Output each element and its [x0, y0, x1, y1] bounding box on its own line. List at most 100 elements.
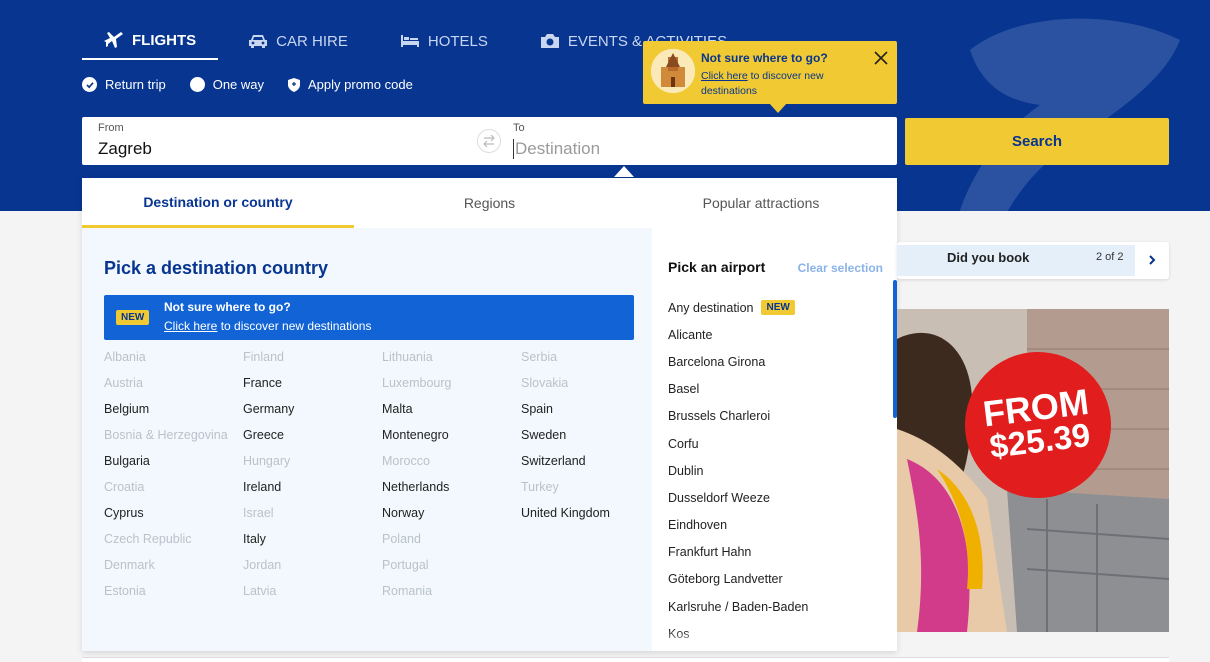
radio-icon [189, 77, 205, 92]
country-item[interactable]: Italy [243, 533, 382, 559]
airport-name: Frankfurt Hahn [668, 545, 752, 560]
banner-body: to discover new destinations [217, 319, 372, 333]
nav-tab-hotels[interactable]: HOTELS [378, 22, 510, 60]
country-item[interactable]: Germany [243, 403, 382, 429]
country-item: Finland [243, 350, 284, 364]
return-trip-label: Return trip [105, 77, 166, 92]
airport-name: Dublin [668, 463, 704, 478]
search-button[interactable]: Search [905, 118, 1169, 165]
country-item: Luxembourg [382, 376, 452, 390]
tab-popular-attractions[interactable]: Popular attractions [625, 178, 897, 228]
banner-link[interactable]: Click here [164, 319, 217, 333]
panel-tabs: Destination or country Regions Popular a… [82, 178, 897, 228]
country-item[interactable]: Bulgaria [104, 455, 243, 481]
car-icon [248, 32, 268, 50]
country-item[interactable]: United Kingdom [521, 507, 660, 533]
country-item: Czech Republic [104, 532, 192, 546]
clear-selection-link[interactable]: Clear selection [798, 261, 883, 275]
swap-button[interactable] [477, 129, 501, 153]
airport-name: Dusseldorf Weeze [668, 490, 770, 505]
country-item: Hungary [243, 454, 291, 468]
country-item: Morocco [382, 454, 430, 468]
country-item: Estonia [104, 584, 146, 598]
country-item: Portugal [382, 558, 429, 572]
country-item[interactable]: Greece [243, 429, 382, 455]
nav-tab-car-hire[interactable]: CAR HIRE [226, 22, 370, 60]
country-item[interactable]: Montenegro [382, 429, 521, 455]
country-item: Austria [104, 376, 143, 390]
tab-destination-country[interactable]: Destination or country [82, 178, 354, 228]
country-column: Lithuania Luxembourg Malta Montenegro Morocc… [382, 351, 521, 611]
tooltip-link[interactable]: Click here [701, 70, 748, 82]
tooltip-title: Not sure where to go? [701, 51, 828, 65]
airport-title: Pick an airport [668, 259, 766, 275]
country-item: Israel [243, 506, 274, 520]
airport-item[interactable]: Eindhoven [668, 512, 888, 539]
airport-name: Brussels Charleroi [668, 409, 771, 424]
close-icon[interactable] [873, 50, 889, 66]
shield-icon [288, 77, 301, 92]
from-value: Zagreb [98, 139, 152, 158]
country-item[interactable]: Norway [382, 507, 521, 533]
country-item[interactable]: Cyprus [104, 507, 243, 533]
country-item[interactable]: Malta [382, 403, 521, 429]
did-you-book-count: 2 of 2 [1096, 251, 1124, 263]
nav-tab-label: CAR HIRE [276, 32, 348, 50]
banner-text: Click here to discover new destinations [164, 319, 371, 333]
airport-item[interactable]: Any destination NEW [668, 294, 888, 321]
new-badge: NEW [761, 300, 795, 316]
harp-logo-watermark-icon [959, 18, 1180, 211]
bottom-strip [82, 657, 1169, 662]
airport-item[interactable]: Göteborg Landvetter [668, 566, 888, 593]
airport-item[interactable]: Brussels Charleroi [668, 403, 888, 430]
destination-input[interactable]: Destination [513, 139, 600, 159]
airport-item[interactable]: Frankfurt Hahn [668, 539, 888, 566]
airport-item[interactable]: Barcelona Girona [668, 348, 888, 375]
tab-regions[interactable]: Regions [354, 178, 625, 228]
airport-item[interactable]: Alicante [668, 321, 888, 348]
airport-name: Karlsruhe / Baden-Baden [668, 599, 809, 614]
airport-name: Basel [668, 382, 700, 397]
did-you-book-text: Did you book [947, 250, 1030, 265]
promo-code-label: Apply promo code [308, 77, 413, 92]
did-you-book-card[interactable]: Did you book 2 of 2 [897, 242, 1169, 279]
country-item[interactable]: Sweden [521, 429, 660, 455]
discover-banner[interactable]: NEW Not sure where to go? Click here to … [104, 295, 634, 340]
country-item: Albania [104, 350, 146, 364]
country-item[interactable]: Belgium [104, 403, 243, 429]
nav-tab-flights[interactable]: FLIGHTS [82, 22, 219, 60]
check-icon [82, 77, 97, 92]
promo-code-option[interactable]: Apply promo code [288, 77, 413, 92]
airport-name: Eindhoven [668, 518, 728, 533]
country-item: Latvia [243, 584, 277, 598]
country-item[interactable]: Switzerland [521, 455, 660, 481]
return-trip-option[interactable]: Return trip [82, 77, 166, 92]
to-field[interactable]: To Destination [513, 117, 883, 165]
country-column: Albania Austria Belgium Bosnia & Herzegovin… [104, 351, 243, 611]
country-item: Denmark [104, 558, 155, 572]
tooltip-discover: Not sure where to go? Click here to disc… [643, 41, 897, 113]
airport-item[interactable]: Basel [668, 376, 888, 403]
country-item[interactable]: France [243, 377, 382, 403]
country-item: Jordan [243, 558, 282, 572]
dropdown-caret [614, 166, 634, 177]
airport-item[interactable]: Dusseldorf Weeze [668, 484, 888, 511]
one-way-option[interactable]: One way [189, 77, 264, 92]
airport-name: Corfu [668, 436, 699, 451]
airport-item[interactable]: Corfu [668, 430, 888, 457]
airport-pane: Pick an airport Clear selection Any dest… [652, 228, 897, 651]
airport-item[interactable]: Karlsruhe / Baden-Baden [668, 593, 888, 620]
bed-icon [400, 32, 420, 50]
country-item: Turkey [521, 480, 559, 494]
country-item[interactable]: Spain [521, 403, 660, 429]
to-label: To [513, 122, 525, 134]
country-item[interactable]: Ireland [243, 481, 382, 507]
plane-icon [104, 31, 124, 49]
airport-item[interactable]: Dublin [668, 457, 888, 484]
country-item[interactable]: Netherlands [382, 481, 521, 507]
airport-name: Göteborg Landvetter [668, 572, 783, 587]
from-field[interactable]: From Zagreb [98, 117, 468, 165]
chevron-right-icon[interactable] [1145, 252, 1159, 268]
swap-arrows-icon [483, 134, 495, 148]
trip-options: Return trip One way Apply promo code [82, 77, 413, 92]
